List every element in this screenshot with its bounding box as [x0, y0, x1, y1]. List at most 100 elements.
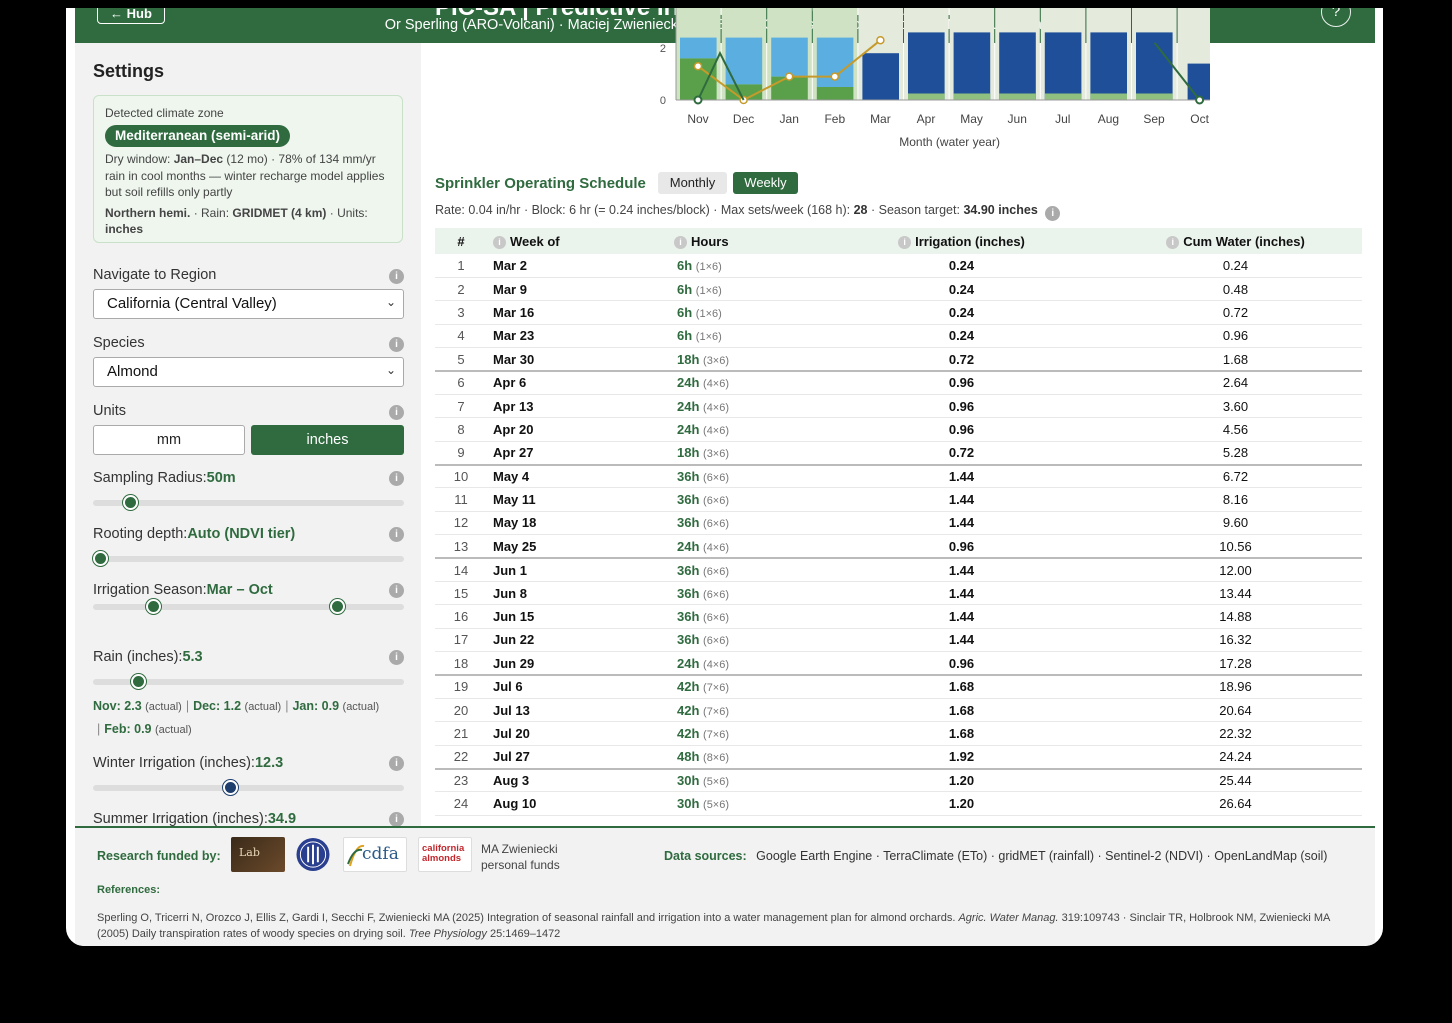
schedule-body: 1 Mar 2 6h (1×6) 0.24 0.24 2 Mar 9 6h (1×6) 0.24…: [435, 254, 1362, 816]
chart-bar-irrigation: [1136, 32, 1173, 100]
water-budget-chart: 0 2 Nov Dec Jan Feb Mar Apr May Jun Jul Aug Sep Oct Mo…: [660, 8, 1210, 149]
references-label: References:: [97, 884, 160, 896]
region-label: Navigate to Region: [93, 267, 217, 283]
table-row: 13 May 25 24h (4×6) 0.96 10.56: [435, 534, 1362, 559]
week-of-cell: Jul 20: [487, 721, 674, 746]
chart-bar-residual: [1044, 93, 1082, 100]
winter-irrigation-slider[interactable]: [93, 780, 404, 795]
rooting-depth-slider[interactable]: [93, 551, 404, 566]
irrigation-cell: 1.44: [814, 487, 1109, 512]
irrigation-cell: 1.20: [814, 791, 1109, 816]
week-of-cell: May 25: [487, 534, 674, 559]
cum-water-cell: 0.24: [1109, 254, 1362, 278]
table-row: 1 Mar 2 6h (1×6) 0.24 0.24: [435, 254, 1362, 278]
data-sources: Data sources: Google Earth Engine · Terr…: [664, 849, 1328, 863]
schedule-info-icon[interactable]: i: [1045, 206, 1061, 221]
info-icon: i: [898, 235, 912, 249]
personal-funds-text: MA Zwieniecki personal funds: [481, 842, 560, 872]
species-info-icon[interactable]: i: [389, 337, 404, 352]
irrigation-cell: 0.96: [814, 651, 1109, 676]
rain-slider[interactable]: [93, 674, 404, 689]
species-select[interactable]: Almond ⌄: [93, 357, 404, 387]
cum-water-cell: 0.96: [1109, 324, 1362, 349]
tab-monthly[interactable]: Monthly: [658, 172, 727, 194]
cum-water-cell: 2.64: [1109, 369, 1362, 395]
chart-bar-residual: [1136, 93, 1173, 100]
irrigation-cell: 1.20: [814, 767, 1109, 793]
row-number: 12: [435, 511, 487, 536]
irrigation-cell: 0.72: [814, 347, 1109, 372]
cum-water-cell: 20.64: [1109, 698, 1362, 723]
university-seal-logo: [296, 837, 330, 872]
x-tick-label: May: [960, 112, 983, 126]
irrigation-cell: 1.68: [814, 674, 1109, 699]
column-header-irrigation[interactable]: i Irrigation (inches): [814, 228, 1109, 254]
week-of-cell: Jun 29: [487, 651, 674, 676]
hours-cell: 18h (3×6): [674, 441, 814, 466]
info-icon: i: [493, 235, 506, 249]
irrigation-season-label: Irrigation Season:Mar – Oct: [93, 582, 273, 598]
units-mm-button[interactable]: mm: [93, 425, 245, 455]
rain-label: Rain (inches):5.3: [93, 649, 203, 665]
rain-month-dec: Dec: 1.2 (actual): [193, 699, 282, 713]
hours-cell: 24h (4×6): [674, 534, 814, 559]
species-label: Species: [93, 335, 145, 351]
season-start-handle[interactable]: [146, 599, 162, 614]
units-info-icon[interactable]: i: [389, 405, 404, 420]
info-icon: i: [674, 235, 687, 249]
rooting-depth-handle[interactable]: [93, 551, 108, 566]
table-row: 20 Jul 13 42h (7×6) 1.68 20.64: [435, 698, 1362, 723]
column-header-hours[interactable]: i Hours: [674, 228, 814, 254]
hours-cell: 36h (6×6): [674, 581, 814, 606]
row-number: 24: [435, 791, 487, 816]
winter-irrigation-handle[interactable]: [223, 780, 239, 795]
summer-irrigation-info-icon[interactable]: i: [389, 812, 404, 826]
sampling-radius-info-icon[interactable]: i: [389, 471, 404, 486]
hours-cell: 18h (3×6): [674, 347, 814, 372]
climate-meta: Northern hemi. · Rain: GRIDMET (4 km) · …: [105, 205, 368, 237]
region-info-icon[interactable]: i: [389, 269, 404, 284]
region-select[interactable]: California (Central Valley) ⌄: [93, 289, 404, 319]
cum-water-cell: 22.32: [1109, 721, 1362, 746]
footer: Research funded by: Lab cdfa california …: [75, 826, 1375, 946]
irrigation-cell: 1.44: [814, 604, 1109, 629]
week-of-cell: Mar 16: [487, 300, 674, 325]
chart-point-rain: [830, 72, 840, 81]
row-number: 23: [435, 767, 487, 793]
lab-logo: Lab: [231, 837, 285, 872]
rooting-depth-info-icon[interactable]: i: [389, 527, 404, 542]
units-inches-button[interactable]: inches: [251, 425, 404, 455]
table-row: 5 Mar 30 18h (3×6) 0.72 1.68: [435, 347, 1362, 372]
tab-weekly[interactable]: Weekly: [733, 172, 798, 194]
irrigation-season-slider[interactable]: [93, 599, 404, 614]
hours-cell: 24h (4×6): [674, 394, 814, 419]
chart-point-rain: [876, 35, 885, 45]
rain-info-icon[interactable]: i: [389, 650, 404, 665]
season-end-handle[interactable]: [329, 599, 345, 614]
cum-water-cell: 25.44: [1109, 767, 1362, 793]
sampling-radius-slider[interactable]: [93, 495, 404, 510]
hours-cell: 36h (6×6): [674, 463, 814, 489]
irrigation-season-info-icon[interactable]: i: [389, 583, 404, 598]
column-header-cum-water[interactable]: i Cum Water (inches): [1109, 228, 1362, 254]
row-number: 17: [435, 628, 487, 653]
row-number: 5: [435, 347, 487, 372]
hours-cell: 48h (8×6): [674, 745, 814, 770]
sampling-radius-label: Sampling Radius:50m: [93, 470, 236, 486]
cum-water-cell: 10.56: [1109, 534, 1362, 559]
rain-handle[interactable]: [131, 674, 147, 689]
chevron-down-icon: ⌄: [385, 363, 396, 377]
hours-cell: 42h (7×6): [674, 674, 814, 699]
row-number: 16: [435, 604, 487, 629]
rain-month-jan: Jan: 0.9 (actual): [292, 699, 380, 713]
california-almonds-logo: california almonds: [418, 837, 472, 872]
column-header-week[interactable]: i Week of: [487, 228, 674, 254]
cum-water-cell: 0.72: [1109, 300, 1362, 325]
winter-irrigation-info-icon[interactable]: i: [389, 756, 404, 771]
x-tick-label: Jul: [1055, 112, 1070, 126]
sampling-radius-handle[interactable]: [122, 495, 138, 510]
cum-water-cell: 14.88: [1109, 604, 1362, 629]
table-row: 6 Apr 6 24h (4×6) 0.96 2.64: [435, 369, 1362, 395]
cdfa-logo: cdfa: [343, 837, 407, 872]
row-number: 3: [435, 300, 487, 325]
